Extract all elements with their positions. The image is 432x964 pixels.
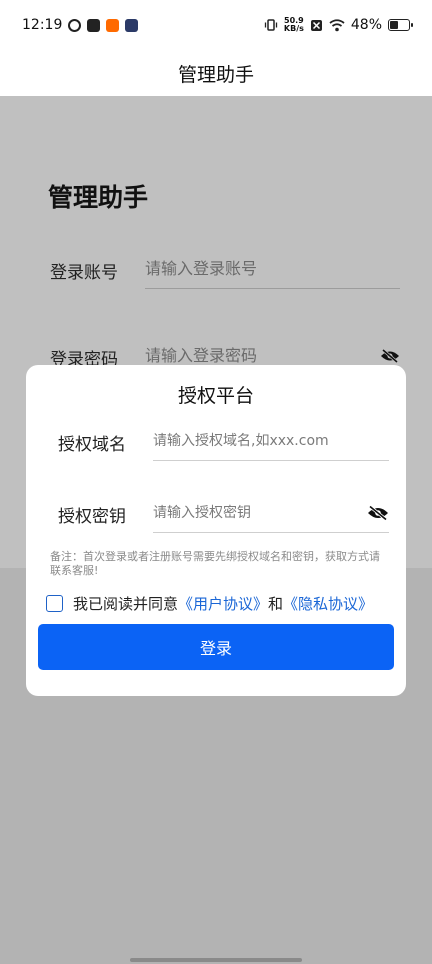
battery-percent: 48% [350, 17, 382, 33]
battery-icon [388, 19, 413, 31]
page-title: 管理助手 [177, 63, 254, 86]
domain-label: 授权域名 [58, 435, 126, 455]
account-label: 登录账号 [50, 263, 118, 283]
eye-off-icon [381, 349, 399, 363]
status-right: 50.9 KB/s 48% [264, 17, 413, 33]
net-speed-unit: KB/s [283, 24, 304, 33]
agree-and: 和 [268, 594, 284, 613]
status-bar: 12:19 50.9 KB/s 48% [0, 0, 432, 50]
play-icon [125, 18, 139, 32]
no-sim-icon [310, 19, 322, 31]
vibrate-icon [264, 19, 278, 31]
dialog-title: 授权平台 [177, 385, 254, 407]
background-account-row: 登录账号 请输入登录账号 [50, 250, 400, 289]
key-row: 授权密钥 [58, 493, 389, 533]
user-agreement-link[interactable]: 《用户协议》 [178, 593, 268, 614]
mail-icon [87, 18, 101, 32]
background-form-title: 管理助手 [48, 183, 149, 212]
login-button[interactable]: 登录 [38, 624, 394, 670]
app-header: 管理助手 [0, 50, 432, 96]
domain-input[interactable] [153, 421, 389, 461]
agree-prefix: 我已阅读并同意 [73, 594, 179, 613]
net-speed: 50.9 KB/s [284, 17, 304, 33]
key-label: 授权密钥 [58, 507, 126, 527]
home-indicator[interactable] [130, 958, 302, 962]
app-notification-icon [106, 18, 120, 32]
dialog-note: 备注：首次登录或者注册账号需要先绑授权域名和密钥，获取方式请联系客服! [50, 550, 380, 577]
status-left: 12:19 [22, 17, 139, 33]
domain-row: 授权域名 [58, 421, 389, 461]
status-time: 12:19 [22, 17, 63, 33]
account-input: 请输入登录账号 [145, 250, 400, 289]
privacy-agreement-link[interactable]: 《隐私协议》 [283, 593, 373, 614]
sync-icon [68, 18, 82, 32]
wifi-icon [329, 18, 345, 31]
authorization-dialog: 授权平台 授权域名 授权密钥 备注：首次登录或者注册账号需要先绑授权域名和密钥，… [26, 365, 406, 696]
agreement-row: 我已阅读并同意 《用户协议》 和 《隐私协议》 [46, 591, 391, 615]
toggle-key-visibility-icon[interactable] [367, 505, 389, 521]
key-input[interactable] [153, 493, 389, 533]
agree-checkbox[interactable] [46, 594, 63, 612]
